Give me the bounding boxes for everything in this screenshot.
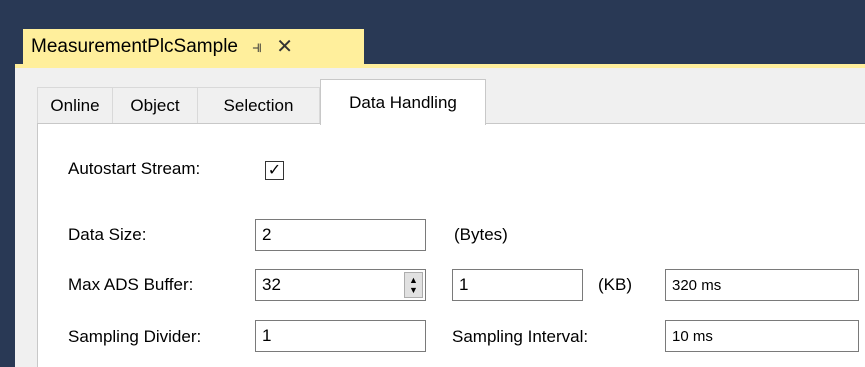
tab-label: Online [50, 96, 100, 115]
buffer-time-value: 320 ms [672, 276, 722, 294]
tab-selection[interactable]: Selection [197, 87, 320, 124]
max-ads-buffer-value: 32 [262, 275, 281, 294]
max-ads-buffer-input[interactable]: 32 [255, 269, 426, 301]
tab-online[interactable]: Online [37, 87, 113, 124]
pin-icon[interactable]: ⫣ [252, 37, 262, 57]
spin-down-icon[interactable]: ▼ [409, 285, 418, 295]
max-ads-buffer-spinner[interactable]: ▲ ▼ [404, 272, 423, 298]
tab-object[interactable]: Object [112, 87, 198, 124]
max-ads-buffer-label: Max ADS Buffer: [68, 275, 194, 294]
sampling-interval-field: 10 ms [665, 320, 859, 352]
document-title: MeasurementPlcSample [31, 35, 238, 57]
close-icon[interactable]: ✕ [276, 34, 293, 59]
data-size-value: 2 [262, 225, 272, 244]
spin-up-icon[interactable]: ▲ [409, 275, 418, 285]
tab-label: Object [130, 96, 180, 115]
tab-label: Selection [223, 96, 294, 115]
buffer-kb-value: 1 [459, 275, 469, 294]
sampling-divider-input[interactable]: 1 [255, 320, 426, 352]
data-size-label: Data Size: [68, 225, 147, 244]
editor-area: Online Object Selection Data Handling Au… [15, 68, 865, 367]
tab-data-handling[interactable]: Data Handling [320, 79, 486, 125]
sampling-interval-value: 10 ms [672, 327, 713, 345]
buffer-kb-input[interactable]: 1 [452, 269, 583, 301]
sampling-divider-label: Sampling Divider: [68, 327, 202, 346]
document-tab[interactable]: MeasurementPlcSample ⫣ ✕ [23, 29, 364, 64]
buffer-time-field: 320 ms [665, 269, 859, 301]
tab-strip: Online Object Selection Data Handling [37, 79, 865, 125]
buffer-kb-unit: (KB) [598, 275, 632, 294]
tab-label: Data Handling [349, 92, 457, 112]
checkmark-icon: ✓ [267, 161, 282, 179]
autostart-stream-checkbox[interactable]: ✓ [265, 161, 284, 180]
data-size-input[interactable]: 2 [255, 219, 426, 251]
autostart-stream-label: Autostart Stream: [68, 159, 201, 178]
sampling-divider-value: 1 [262, 326, 272, 345]
left-dock-strip [0, 0, 15, 367]
data-handling-panel: Autostart Stream: ✓ Data Size: 2 (Bytes)… [37, 123, 865, 367]
data-size-unit: (Bytes) [454, 225, 508, 244]
sampling-interval-label: Sampling Interval: [452, 327, 589, 346]
